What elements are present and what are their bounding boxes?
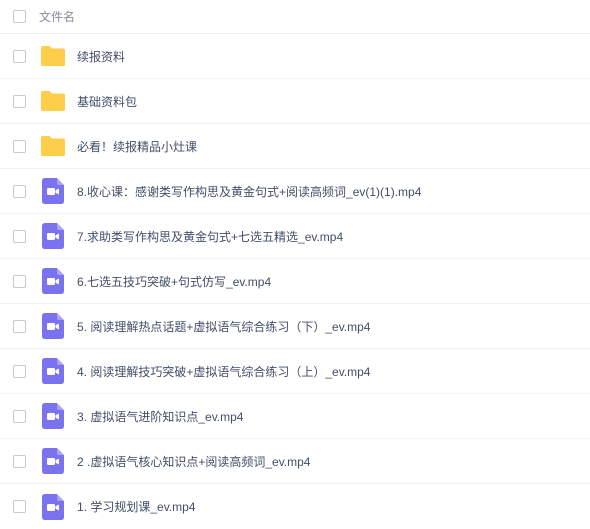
video-icon <box>40 493 66 520</box>
folder-icon <box>40 133 66 159</box>
file-name-link[interactable]: 1. 学习规划课_ev.mp4 <box>77 498 195 515</box>
file-rows: 续报资料基础资料包必看！续报精品小灶课 8.收心课：感谢类写作构思及黄金句式+阅读… <box>0 34 590 529</box>
file-name-link[interactable]: 续报资料 <box>77 48 125 65</box>
select-all-checkbox[interactable] <box>13 10 26 23</box>
folder-row[interactable]: 续报资料 <box>0 34 590 79</box>
file-name-link[interactable]: 必看！续报精品小灶课 <box>77 138 197 155</box>
file-name-link[interactable]: 7.求助类写作构思及黄金句式+七选五精选_ev.mp4 <box>77 228 343 245</box>
video-icon <box>40 448 66 474</box>
folder-icon <box>40 43 66 69</box>
row-checkbox[interactable] <box>13 364 26 378</box>
file-row[interactable]: 2 .虚拟语气核心知识点+阅读高频词_ev.mp4 <box>0 439 590 484</box>
row-checkbox[interactable] <box>13 229 26 243</box>
file-name-link[interactable]: 2 .虚拟语气核心知识点+阅读高频词_ev.mp4 <box>77 453 311 470</box>
row-checkbox[interactable] <box>13 454 26 468</box>
file-row[interactable]: 7.求助类写作构思及黄金句式+七选五精选_ev.mp4 <box>0 214 590 259</box>
file-row[interactable]: 6.七选五技巧突破+句式仿写_ev.mp4 <box>0 259 590 304</box>
folder-row[interactable]: 基础资料包 <box>0 79 590 124</box>
row-checkbox[interactable] <box>13 274 26 288</box>
file-name-link[interactable]: 4. 阅读理解技巧突破+虚拟语气综合练习（上）_ev.mp4 <box>77 363 371 380</box>
row-checkbox[interactable] <box>13 409 26 423</box>
row-checkbox[interactable] <box>13 500 26 513</box>
folder-icon <box>40 88 66 114</box>
video-icon <box>40 358 66 384</box>
row-checkbox[interactable] <box>13 319 26 333</box>
video-icon <box>40 403 66 429</box>
row-checkbox[interactable] <box>13 184 26 198</box>
video-icon <box>40 313 66 339</box>
folder-row[interactable]: 必看！续报精品小灶课 <box>0 124 590 169</box>
file-name-link[interactable]: 8.收心课：感谢类写作构思及黄金句式+阅读高频词_ev(1)(1).mp4 <box>77 183 421 200</box>
file-row[interactable]: 1. 学习规划课_ev.mp4 <box>0 484 590 529</box>
row-checkbox[interactable] <box>13 94 26 108</box>
file-row[interactable]: 5. 阅读理解热点话题+虚拟语气综合练习（下）_ev.mp4 <box>0 304 590 349</box>
file-list: 文件名 续报资料基础资料包必看！续报精品小灶课 8.收心课：感谢类写作构思及黄金句… <box>0 0 590 529</box>
file-row[interactable]: 3. 虚拟语气进阶知识点_ev.mp4 <box>0 394 590 439</box>
video-icon <box>40 178 66 204</box>
file-row[interactable]: 8.收心课：感谢类写作构思及黄金句式+阅读高频词_ev(1)(1).mp4 <box>0 169 590 214</box>
file-list-header: 文件名 <box>0 0 590 34</box>
row-checkbox[interactable] <box>13 49 26 63</box>
video-icon <box>40 268 66 294</box>
file-name-link[interactable]: 5. 阅读理解热点话题+虚拟语气综合练习（下）_ev.mp4 <box>77 318 371 335</box>
file-row[interactable]: 4. 阅读理解技巧突破+虚拟语气综合练习（上）_ev.mp4 <box>0 349 590 394</box>
filename-column-header[interactable]: 文件名 <box>39 8 75 25</box>
file-name-link[interactable]: 基础资料包 <box>77 93 137 110</box>
video-icon <box>40 223 66 249</box>
file-name-link[interactable]: 3. 虚拟语气进阶知识点_ev.mp4 <box>77 408 243 425</box>
file-name-link[interactable]: 6.七选五技巧突破+句式仿写_ev.mp4 <box>77 273 271 290</box>
row-checkbox[interactable] <box>13 139 26 153</box>
